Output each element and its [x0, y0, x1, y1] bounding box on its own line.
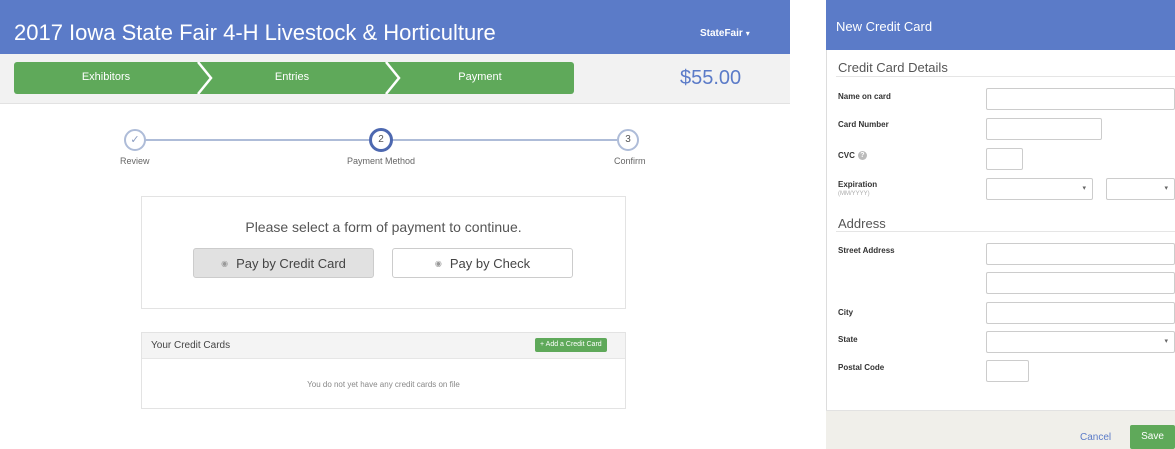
payment-prompt: Please select a form of payment to conti…	[245, 219, 522, 235]
street-address-input[interactable]	[986, 243, 1175, 265]
modal-footer	[826, 410, 1175, 449]
radio-icon: ◉	[434, 258, 442, 268]
street-address-label: Street Address	[838, 246, 895, 255]
pay-by-check-label: Pay by Check	[449, 255, 531, 271]
cvc-input[interactable]	[986, 148, 1023, 170]
expiration-label: Expiration	[838, 180, 878, 189]
postal-code-label: Postal Code	[838, 363, 885, 372]
state-select[interactable]: ▾	[986, 331, 1175, 353]
expiration-year-select[interactable]: ▾	[1106, 178, 1175, 200]
card-number-label: Card Number	[838, 120, 889, 129]
state-label: State	[838, 335, 858, 344]
wizard-step-confirm-marker: 3	[617, 129, 639, 151]
step-exhibitors[interactable]: Exhibitors	[14, 71, 198, 83]
name-on-card-input[interactable]	[986, 88, 1175, 110]
order-total: $55.00	[680, 67, 742, 89]
pay-by-check-button[interactable]: ◉ Pay by Check	[392, 248, 573, 278]
help-icon[interactable]: ?	[857, 151, 867, 161]
card-details-heading: Credit Card Details	[838, 60, 948, 75]
step-entries[interactable]: Entries	[198, 71, 386, 83]
modal-title: New Credit Card	[836, 19, 933, 34]
cvc-label: CVC?	[838, 151, 867, 161]
check-icon: ✓	[130, 134, 140, 146]
expiration-format-hint: (MM/YYYY)	[838, 191, 870, 197]
save-button[interactable]: Save	[1130, 425, 1175, 449]
divider	[836, 76, 1175, 77]
wizard-step-review-marker: ✓	[124, 129, 146, 151]
cvc-label-text: CVC	[838, 151, 855, 160]
app-title: 2017 Iowa State Fair 4-H Livestock & Hor…	[14, 20, 496, 45]
pay-by-credit-card-label: Pay by Credit Card	[236, 255, 346, 271]
wizard-step-review-label: Review	[120, 156, 150, 166]
city-label: City	[838, 308, 854, 317]
wizard-step-confirm-label: Confirm	[614, 156, 646, 166]
empty-cards-message: You do not yet have any credit cards on …	[307, 380, 460, 389]
wizard-track	[391, 139, 617, 141]
radio-icon: ◉	[221, 258, 229, 268]
credit-cards-title: Your Credit Cards	[151, 340, 231, 351]
add-credit-card-button[interactable]: + Add a Credit Card	[535, 338, 607, 352]
postal-code-input[interactable]	[986, 360, 1029, 382]
street-address-line2-input[interactable]	[986, 272, 1175, 294]
expiration-month-select[interactable]: ▾	[986, 178, 1093, 200]
user-menu[interactable]: StateFair ▾	[700, 28, 750, 39]
wizard-step-payment-marker: 2	[369, 128, 393, 152]
city-input[interactable]	[986, 302, 1175, 324]
address-heading: Address	[838, 216, 886, 231]
card-number-input[interactable]	[986, 118, 1102, 140]
divider	[836, 231, 1175, 232]
name-on-card-label: Name on card	[838, 92, 891, 101]
pay-by-credit-card-button[interactable]: ◉ Pay by Credit Card	[193, 248, 374, 278]
caret-down-icon: ▾	[745, 29, 750, 38]
wizard-step-payment-label: Payment Method	[347, 156, 416, 166]
step-payment[interactable]: Payment	[386, 71, 574, 83]
user-menu-label: StateFair	[700, 28, 743, 39]
wizard-track	[145, 139, 369, 141]
cancel-button[interactable]: Cancel	[1080, 432, 1111, 443]
